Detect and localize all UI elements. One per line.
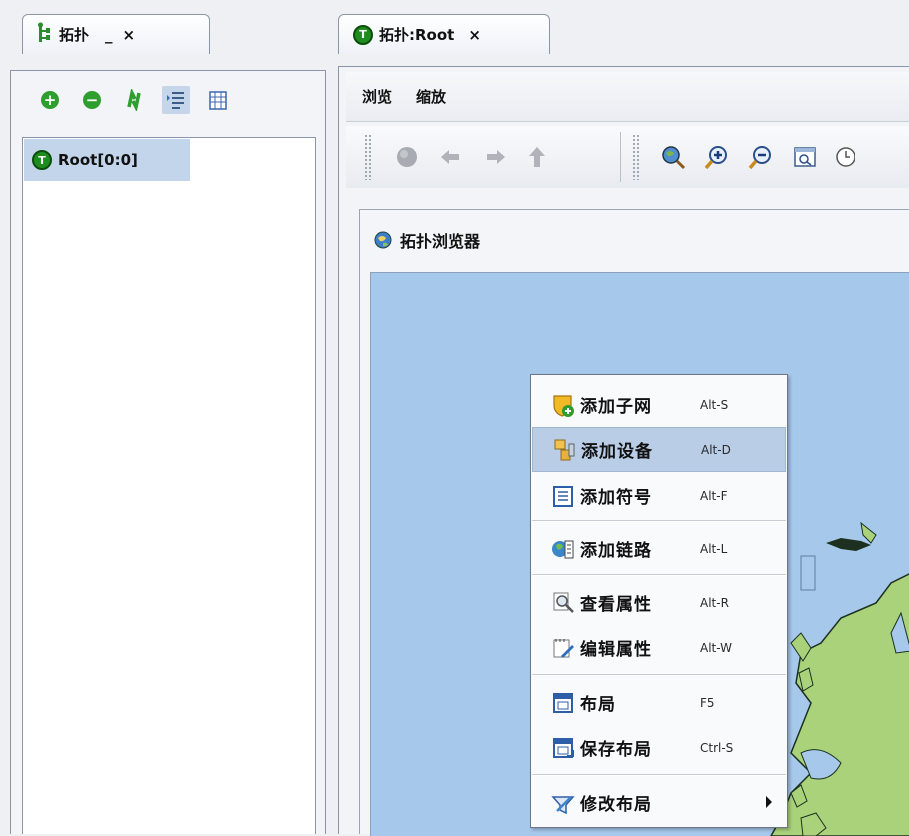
minimize-button[interactable]: _ [103,26,115,44]
globe-icon [397,147,417,167]
forward-button[interactable] [480,142,510,172]
menu-item-label: 添加设备 [581,442,653,462]
edit-properties-icon [550,635,576,661]
menu-item-save-layout[interactable]: 保存布局 Ctrl-S [532,725,786,770]
context-menu: 添加子网 Alt-S 添加设备 Alt-D 添加符号 Alt-F 添加链路 Al… [530,374,788,828]
menu-item-modify-layout[interactable]: 修改布局 [532,780,786,825]
menu-item-accelerator: Alt-R [700,595,729,610]
menu-item-accelerator: Alt-L [700,541,728,556]
menu-item-accelerator: Alt-W [700,640,732,655]
refresh-icon [127,89,141,111]
menu-separator [532,574,786,576]
menu-separator [532,674,786,676]
menu-item-accelerator: Alt-F [700,488,728,503]
menubar: 浏览 缩放 [346,72,909,122]
menu-item-add-subnet[interactable]: 添加子网 Alt-S [532,382,786,427]
menu-item-add-device[interactable]: 添加设备 Alt-D [532,427,786,472]
menu-item-add-link[interactable]: 添加链路 Alt-L [532,526,786,571]
zoom-out-icon [748,146,771,170]
add-button[interactable]: + [36,86,64,114]
menu-separator [532,774,786,776]
tab-topology-root[interactable]: T 拓扑:Root × [338,14,550,54]
add-symbol-icon [550,483,576,509]
tab-topology[interactable]: 拓扑 _ × [22,14,210,54]
save-layout-icon [550,735,576,761]
toolbar-grip[interactable] [364,134,372,180]
menu-item-label: 添加子网 [580,397,652,417]
submenu-arrow-icon [766,796,772,808]
arrow-left-icon [441,150,459,164]
close-button[interactable]: × [121,26,138,44]
menu-item-label: 保存布局 [580,740,652,760]
table-button[interactable] [204,86,232,114]
menu-item-label: 编辑属性 [580,640,652,660]
up-button[interactable] [522,142,552,172]
menu-item-add-symbol[interactable]: 添加符号 Alt-F [532,473,786,518]
toolbar-grip[interactable] [632,134,640,180]
zoom-in-button[interactable] [702,142,732,172]
zoom-reset-button[interactable] [834,142,855,172]
add-link-icon [550,536,576,562]
menu-separator [532,520,786,522]
remove-button[interactable]: − [78,86,106,114]
toolbar-separator [620,132,621,182]
zoom-window-icon [794,147,816,167]
add-icon: + [41,91,59,109]
topology-tree[interactable]: T Root[0:0] [22,137,316,834]
menu-item-accelerator: Ctrl-S [700,740,734,755]
menu-zoom[interactable]: 缩放 [416,86,446,107]
arrow-right-icon [487,150,505,164]
menu-item-accelerator: Alt-S [700,397,729,412]
refresh-button[interactable] [120,86,148,114]
indent-tree-button[interactable] [162,86,190,114]
menu-item-label: 添加链路 [580,541,652,561]
view-properties-icon [550,590,576,616]
tab-topology-title: 拓扑 [59,26,90,44]
zoom-globe-button[interactable] [658,142,688,172]
tab-topology-root-title: 拓扑:Root [379,26,455,44]
menu-item-label: 添加符号 [580,488,652,508]
back-button[interactable] [436,142,466,172]
globe-disabled-button[interactable] [392,142,422,172]
arrow-up-icon [529,147,545,167]
zoom-out-button[interactable] [746,142,776,172]
table-icon [209,91,227,110]
menu-item-accelerator: Alt-D [701,442,731,457]
tree-item-root[interactable]: T Root[0:0] [24,139,190,181]
viewer-title: 拓扑浏览器 [400,232,481,251]
zoom-globe-icon [662,146,686,170]
remove-icon: − [83,91,101,109]
clock-icon [836,147,855,167]
viewer-title-bar: 拓扑浏览器 [374,228,480,252]
close-button[interactable]: × [466,26,483,44]
menu-item-view-properties[interactable]: 查看属性 Alt-R [532,580,786,625]
zoom-in-icon [704,146,727,170]
indent-tree-icon [167,92,184,109]
menu-browse[interactable]: 浏览 [362,86,392,107]
menu-item-label: 查看属性 [580,595,652,615]
topology-root-icon: T [353,24,373,45]
globe-icon [374,231,392,249]
menu-item-edit-properties[interactable]: 编辑属性 Alt-W [532,625,786,670]
topology-root-icon: T [32,150,52,170]
add-device-icon [551,437,577,463]
menu-item-layout[interactable]: 布局 F5 [532,680,786,725]
menu-item-label: 修改布局 [580,795,652,815]
main-toolbar [346,126,909,188]
zoom-window-button[interactable] [790,142,820,172]
menu-item-accelerator: F5 [700,695,715,710]
left-toolbar: + − [36,86,246,114]
layout-icon [550,690,576,716]
add-subnet-icon [550,392,576,418]
modify-layout-icon [550,790,576,816]
tree-item-label: Root[0:0] [58,151,138,169]
menu-item-label: 布局 [580,695,616,715]
tree-icon [37,22,53,48]
